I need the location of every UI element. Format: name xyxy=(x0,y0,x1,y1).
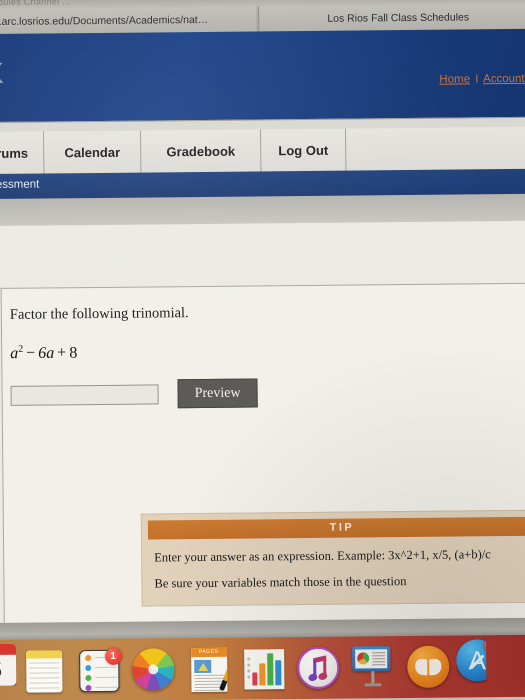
screenshot-root: dules Channel ... v.arc.losrios.edu/Docu… xyxy=(0,0,525,700)
dock-item-reminders[interactable]: 1 xyxy=(71,643,127,699)
home-link[interactable]: Home xyxy=(439,73,470,85)
nav-tab-forums[interactable]: rums xyxy=(0,131,45,175)
tip-line-1: Enter your answer as an expression. Exam… xyxy=(154,547,491,565)
macos-dock: 5 1 PAGES xyxy=(0,634,525,700)
nav-tab-gradebook-label: Gradebook xyxy=(166,143,236,160)
reminders-badge: 1 xyxy=(104,647,122,665)
header-links: Home I Account S xyxy=(439,73,525,86)
page-body: Factor the following trinomial. a2−6a +8 … xyxy=(0,220,525,626)
itunes-icon xyxy=(296,646,339,689)
dock-item-notes[interactable] xyxy=(16,643,72,699)
question-content: Factor the following trinomial. a2−6a +8 … xyxy=(10,302,525,436)
expr-term-2: 6a xyxy=(38,344,55,362)
dock-item-ibooks[interactable] xyxy=(401,640,457,696)
nav-tab-log-out-label: Log Out xyxy=(278,142,329,159)
primary-nav-tabs: rums Calendar Gradebook Log Out xyxy=(0,126,525,175)
nav-tab-gradebook[interactable]: Gradebook xyxy=(141,129,262,174)
browser-tab-1-label: v.arc.losrios.edu/Documents/Academics/na… xyxy=(0,13,209,28)
expr-base: a xyxy=(10,345,19,363)
keynote-icon xyxy=(351,645,394,688)
calendar-day-number: 5 xyxy=(0,658,3,682)
account-settings-link[interactable]: Account S xyxy=(483,73,525,86)
dock-item-calendar[interactable]: 5 xyxy=(0,643,17,686)
nav-tab-forums-label: rums xyxy=(0,145,29,161)
partial-window-text: dules Channel ... xyxy=(0,0,71,7)
expr-term-3: 8 xyxy=(69,344,78,362)
browser-tab-2-label: Los Rios Fall Class Schedules xyxy=(327,11,470,25)
dock-item-keynote[interactable] xyxy=(346,640,402,696)
answer-row: Preview xyxy=(10,376,525,410)
tip-box: TIP Enter your answer as an expression. … xyxy=(140,509,525,607)
dock-item-numbers[interactable] xyxy=(236,641,292,697)
nav-tab-log-out[interactable]: Log Out xyxy=(261,128,347,173)
expr-operator-1: − xyxy=(26,344,36,363)
pages-banner-label: PAGES xyxy=(190,647,227,657)
question-card: Factor the following trinomial. a2−6a +8 … xyxy=(0,282,525,626)
question-expression: a2−6a +8 xyxy=(10,339,525,363)
preview-button[interactable]: Preview xyxy=(177,378,258,409)
dock-item-photos[interactable] xyxy=(126,642,182,698)
link-separator: I xyxy=(475,73,479,86)
ibooks-icon xyxy=(406,645,449,688)
nav-tab-calendar[interactable]: Calendar xyxy=(44,130,142,175)
question-prompt: Factor the following trinomial. xyxy=(9,305,189,323)
numbers-icon xyxy=(243,648,284,690)
primary-nav-bar: rums Calendar Gradebook Log Out xyxy=(0,116,525,175)
pages-icon: PAGES xyxy=(190,647,228,692)
nav-tab-calendar-label: Calendar xyxy=(64,144,121,161)
notes-icon xyxy=(25,649,63,693)
dock-item-app-store[interactable]: A 1 xyxy=(456,639,487,683)
calendar-icon: 5 xyxy=(0,643,17,686)
app-store-icon: A xyxy=(456,639,487,682)
photos-icon xyxy=(131,647,174,691)
answer-input[interactable] xyxy=(10,384,159,406)
expr-operator-2: + xyxy=(57,344,67,362)
dock-item-itunes[interactable] xyxy=(291,641,347,697)
site-logo: rk xyxy=(0,49,5,93)
site-header: rk Home I Account S xyxy=(0,28,525,126)
tip-header: TIP xyxy=(147,516,525,540)
tip-line-2: Be sure your variables match those in th… xyxy=(154,574,407,591)
dock-item-pages[interactable]: PAGES xyxy=(181,642,237,698)
secondary-nav-label: sessment xyxy=(0,178,40,192)
nav-tab-empty xyxy=(346,126,525,172)
